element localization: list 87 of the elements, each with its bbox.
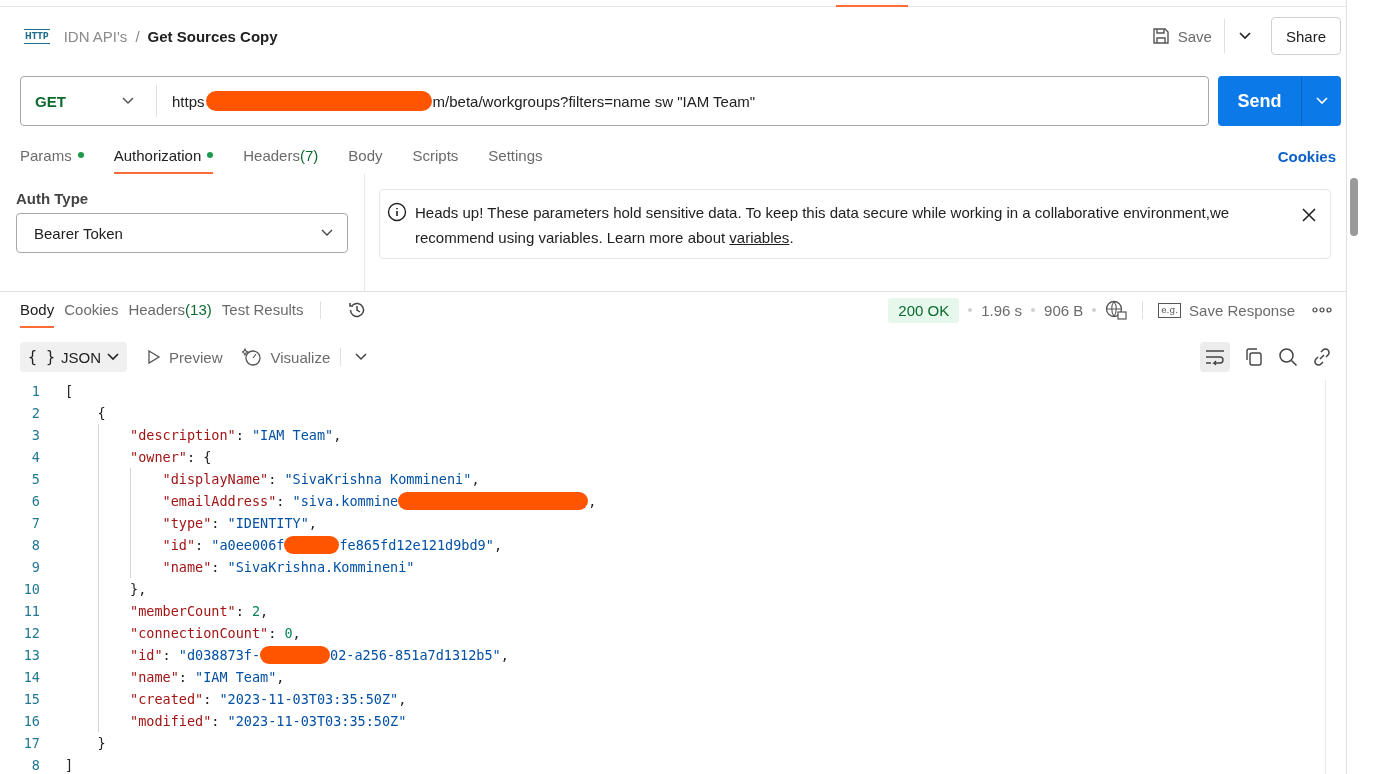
sparkle-gauge-icon	[242, 347, 263, 367]
request-tab[interactable]: Authorization	[113, 138, 214, 174]
code-line: "displayName": "SivaKrishna Kommineni",	[65, 468, 480, 490]
copy-icon[interactable]	[1244, 347, 1264, 367]
line-number: 7	[30, 515, 41, 531]
save-response-button[interactable]: e.g. Save Response	[1158, 301, 1295, 319]
line-number: 1	[30, 383, 41, 399]
code-line: "id": "a0ee006f fe865fd12e121d9bd9",	[65, 534, 502, 556]
response-tab[interactable]: Cookies	[64, 292, 119, 328]
line-number: 2	[30, 405, 41, 421]
close-icon[interactable]	[1302, 208, 1316, 222]
code-line: ]	[65, 756, 74, 774]
cookies-link[interactable]: Cookies	[1277, 138, 1336, 174]
code-line: "emailAddress": "siva.kommine ,	[65, 490, 597, 512]
chevron-down-icon	[122, 97, 134, 105]
response-size: 906 B	[1044, 301, 1084, 319]
response-time: 1.96 s	[981, 301, 1023, 319]
line-number: 17	[22, 735, 41, 751]
line-number: 6	[30, 493, 41, 509]
share-button[interactable]: Share	[1270, 17, 1341, 55]
request-tab[interactable]: Body	[348, 138, 383, 174]
code-line: "name": "IAM Team",	[65, 666, 285, 688]
active-tab-indicator	[836, 5, 908, 7]
play-icon	[147, 349, 162, 365]
line-number: 12	[22, 625, 41, 641]
code-line: "owner": {	[65, 446, 212, 468]
url-field[interactable]: https m/beta/workgroups?filters=name sw "IAM Team"	[157, 91, 756, 111]
response-tab[interactable]: Test Results	[221, 292, 304, 328]
request-tab[interactable]: Scripts	[412, 138, 459, 174]
line-number: 11	[22, 603, 41, 619]
visualize-button[interactable]: Visualize	[242, 347, 331, 367]
preview-button[interactable]: Preview	[147, 348, 223, 366]
more-icon[interactable]	[1312, 307, 1332, 313]
code-line: },	[65, 578, 147, 600]
line-number: 5	[30, 471, 41, 487]
code-line: }	[96, 734, 106, 753]
example-icon: e.g.	[1158, 302, 1182, 318]
line-number: 15	[22, 691, 41, 707]
line-number: 4	[30, 449, 41, 465]
format-dropdown[interactable]: { } JSON	[20, 342, 128, 372]
request-tab[interactable]: Headers(7)	[243, 138, 319, 174]
response-tab[interactable]: Headers(13)	[128, 292, 212, 328]
variables-link[interactable]: variables	[729, 229, 790, 246]
search-icon[interactable]	[1278, 347, 1298, 367]
code-line: "type": "IDENTITY",	[65, 512, 317, 534]
request-tab[interactable]: Params	[20, 138, 84, 174]
wrap-icon	[1205, 348, 1225, 366]
code-line: "connectionCount": 0,	[65, 622, 301, 644]
auth-type-label: Auth Type	[16, 190, 90, 207]
code-line: "name": "SivaKrishna.Kommineni"	[65, 556, 415, 578]
status-badge: 200 OK	[888, 297, 960, 323]
line-number: 3	[30, 427, 41, 443]
chevron-down-icon	[1238, 32, 1251, 40]
chevron-down-icon	[321, 229, 333, 237]
line-number: 16	[22, 713, 41, 729]
auth-type-select[interactable]: Bearer Token	[16, 213, 348, 253]
line-number: 10	[22, 581, 41, 597]
chevron-down-icon	[355, 353, 368, 361]
save-button[interactable]: Save	[1147, 21, 1216, 51]
scrollbar-thumb[interactable]	[1350, 178, 1358, 236]
code-line: "memberCount": 2,	[65, 600, 269, 622]
request-tab[interactable]: Settings	[488, 138, 543, 174]
line-number: 8	[30, 537, 41, 553]
globe-lock-icon[interactable]	[1105, 300, 1128, 320]
notice-text: Heads up! These parameters hold sensitive data. To keep this data secure while working in a collaborative environment,we recommend using variables. Learn more about variables.	[415, 203, 1231, 248]
info-icon	[387, 202, 407, 222]
collection-name[interactable]: IDN API's	[63, 27, 128, 45]
code-line: "created": "2023-11-03T03:35:50Z",	[65, 688, 407, 710]
code-line: "modified": "2023-11-03T03:35:50Z"	[65, 710, 407, 732]
method-select[interactable]: GET	[21, 85, 157, 117]
line-number: 8	[30, 757, 41, 773]
link-icon[interactable]	[1312, 347, 1332, 367]
line-number: 14	[22, 669, 41, 685]
wrap-lines-button[interactable]	[1200, 342, 1230, 372]
code-line: [	[65, 382, 74, 401]
breadcrumb-separator: /	[135, 27, 140, 45]
line-number: 13	[22, 647, 41, 663]
response-tab[interactable]: Body	[20, 292, 55, 328]
code-line: "description": "IAM Team",	[65, 424, 342, 446]
request-name[interactable]: Get Sources Copy	[147, 27, 278, 45]
code-line: "id": "d038873f- 02-a256-851a7d1312b5",	[65, 644, 509, 666]
code-line: {	[96, 404, 106, 423]
chevron-down-icon	[107, 353, 120, 361]
chevron-down-icon	[1315, 97, 1328, 105]
line-number: 9	[30, 559, 41, 575]
history-icon[interactable]	[346, 300, 367, 320]
send-button[interactable]: Send	[1218, 76, 1302, 126]
